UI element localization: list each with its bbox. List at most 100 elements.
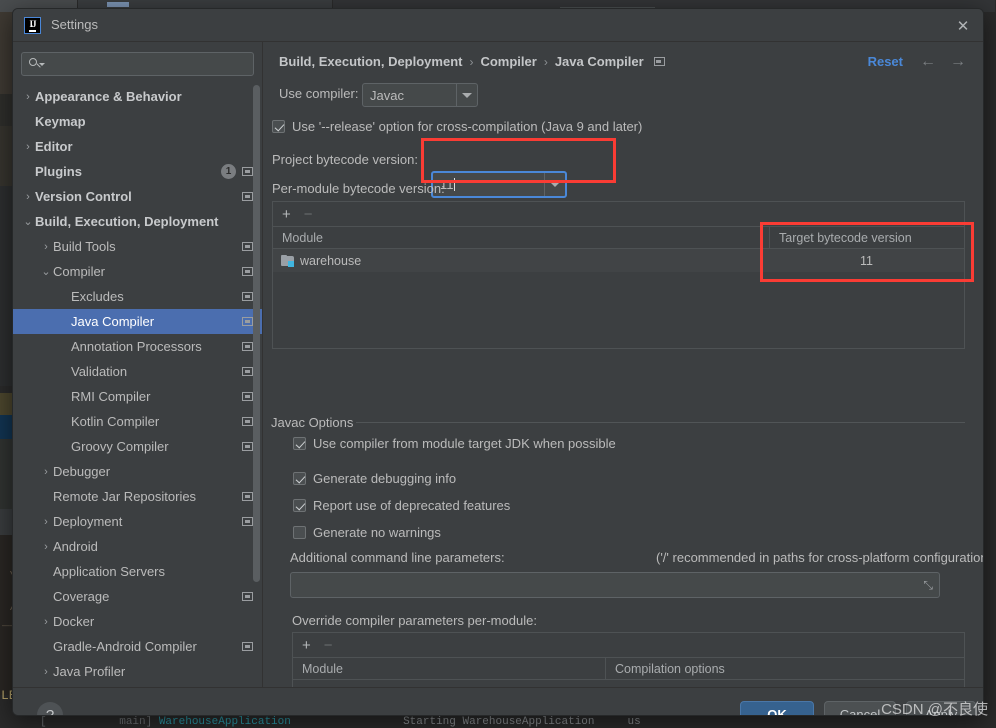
add-override-button[interactable]: + <box>302 638 311 653</box>
remove-module-button[interactable]: − <box>304 207 313 222</box>
use-module-jdk-label: Use compiler from module target JDK when… <box>313 436 616 451</box>
project-scope-icon <box>242 492 253 501</box>
cell-target-bytecode[interactable]: 11 <box>769 249 964 272</box>
chevron-right-icon[interactable]: › <box>39 541 53 553</box>
project-scope-icon <box>242 517 253 526</box>
remove-override-button[interactable]: − <box>324 638 333 653</box>
override-params-label: Override compiler parameters per-module: <box>292 613 537 628</box>
sidebar-item-excludes[interactable]: Excludes <box>13 284 263 309</box>
chevron-right-icon[interactable]: › <box>21 141 35 153</box>
release-option-label: Use '--release' option for cross-compila… <box>292 119 642 134</box>
sidebar-item-deployment[interactable]: ›Deployment <box>13 509 263 534</box>
column-header-module[interactable]: Module <box>273 227 769 248</box>
chevron-down-icon <box>456 84 477 106</box>
chevron-down-icon[interactable]: ⌄ <box>39 265 53 278</box>
project-bytecode-dropdown[interactable]: 11 <box>431 171 567 198</box>
sidebar-item-application-servers[interactable]: Application Servers <box>13 559 263 584</box>
chevron-right-icon[interactable]: › <box>39 516 53 528</box>
sidebar-item-rmi-compiler[interactable]: RMI Compiler <box>13 384 263 409</box>
sidebar-item-coverage[interactable]: Coverage <box>13 584 263 609</box>
search-input[interactable] <box>21 52 254 76</box>
use-module-jdk-checkbox[interactable]: Use compiler from module target JDK when… <box>293 436 616 451</box>
chevron-right-icon[interactable]: › <box>39 616 53 628</box>
additional-params-input[interactable]: ⤡ <box>290 572 940 598</box>
use-compiler-value: Javac <box>363 88 456 103</box>
cancel-button[interactable]: Cancel <box>824 701 896 716</box>
sidebar-item-groovy-compiler[interactable]: Groovy Compiler <box>13 434 263 459</box>
sidebar-item-plugins[interactable]: Plugins1 <box>13 159 263 184</box>
breadcrumb: Build, Execution, Deployment › Compiler … <box>279 54 665 69</box>
project-bytecode-label: Project bytecode version: <box>272 152 418 167</box>
chevron-right-icon[interactable]: › <box>39 241 53 253</box>
project-scope-icon <box>242 292 253 301</box>
breadcrumb-item-build[interactable]: Build, Execution, Deployment <box>279 54 462 69</box>
chevron-right-icon[interactable]: › <box>39 666 53 678</box>
sidebar-item-java-compiler[interactable]: Java Compiler <box>13 309 263 334</box>
close-icon[interactable]: ✕ <box>953 16 973 36</box>
sidebar-item-docker[interactable]: ›Docker <box>13 609 263 634</box>
column-header-compilation-options[interactable]: Compilation options <box>605 658 964 679</box>
sidebar-item-debugger[interactable]: ›Debugger <box>13 459 263 484</box>
javac-options-group-title: Javac Options <box>271 415 360 430</box>
checkbox-box <box>293 437 306 450</box>
apply-button[interactable]: Apply <box>906 701 976 716</box>
checkbox-box <box>293 499 306 512</box>
sidebar-item-annotation-processors[interactable]: Annotation Processors <box>13 334 263 359</box>
report-deprecated-checkbox[interactable]: Report use of deprecated features <box>293 498 510 513</box>
breadcrumb-separator-1: › <box>469 55 473 69</box>
sidebar-item-appearance-behavior[interactable]: ›Appearance & Behavior <box>13 84 263 109</box>
sidebar-item-remote-jar-repositories[interactable]: Remote Jar Repositories <box>13 484 263 509</box>
generate-no-warnings-checkbox[interactable]: Generate no warnings <box>293 525 441 540</box>
help-button[interactable]: ? <box>37 702 63 716</box>
reset-button[interactable]: Reset <box>868 54 903 69</box>
sidebar-item-android[interactable]: ›Android <box>13 534 263 559</box>
sidebar-item-gradle-android-compiler[interactable]: Gradle-Android Compiler <box>13 634 263 659</box>
sidebar-item-label: Kotlin Compiler <box>71 414 159 429</box>
chevron-down-icon <box>544 173 565 196</box>
nav-back-icon[interactable]: ← <box>920 53 936 71</box>
project-scope-icon <box>242 242 253 251</box>
text-caret <box>454 178 455 191</box>
javac-options-group-line <box>356 422 965 423</box>
sidebar-item-build-execution-deployment[interactable]: ⌄Build, Execution, Deployment <box>13 209 263 234</box>
chevron-down-icon[interactable]: ⌄ <box>21 215 35 228</box>
sidebar-item-keymap[interactable]: Keymap <box>13 109 263 134</box>
sidebar-item-kotlin-compiler[interactable]: Kotlin Compiler <box>13 409 263 434</box>
project-scope-icon <box>242 592 253 601</box>
breadcrumb-item-java-compiler[interactable]: Java Compiler <box>555 54 644 69</box>
dialog-titlebar: IJ Settings ✕ <box>13 9 983 42</box>
sidebar-item-label: Plugins <box>35 164 82 179</box>
sidebar-item-java-profiler[interactable]: ›Java Profiler <box>13 659 263 684</box>
sidebar-scrollbar[interactable] <box>253 85 260 582</box>
chevron-right-icon[interactable]: › <box>39 466 53 478</box>
table-row[interactable]: warehouse 11 <box>273 249 964 272</box>
chevron-right-icon[interactable]: › <box>21 91 35 103</box>
use-compiler-label: Use compiler: <box>279 86 358 101</box>
ok-button[interactable]: OK <box>740 701 814 716</box>
sidebar-item-label: Editor <box>35 139 73 154</box>
sidebar-item-version-control[interactable]: ›Version Control <box>13 184 263 209</box>
chevron-right-icon[interactable]: › <box>21 191 35 203</box>
search-icon <box>29 58 42 71</box>
sidebar-item-build-tools[interactable]: ›Build Tools <box>13 234 263 259</box>
settings-tree: ›Appearance & BehaviorKeymap›EditorPlugi… <box>13 84 263 687</box>
expand-icon[interactable]: ⤡ <box>923 579 933 591</box>
settings-dialog: IJ Settings ✕ ›Appearance & BehaviorKeym… <box>12 8 984 716</box>
project-scope-icon <box>242 317 253 326</box>
breadcrumb-item-compiler[interactable]: Compiler <box>480 54 536 69</box>
report-deprecated-label: Report use of deprecated features <box>313 498 510 513</box>
use-compiler-row: Use compiler: <box>279 86 358 101</box>
sidebar-item-compiler[interactable]: ⌄Compiler <box>13 259 263 284</box>
project-scope-icon <box>242 267 253 276</box>
generate-debugging-info-checkbox[interactable]: Generate debugging info <box>293 471 456 486</box>
use-compiler-dropdown[interactable]: Javac <box>362 83 478 107</box>
add-module-button[interactable]: + <box>282 207 291 222</box>
release-option-checkbox[interactable]: Use '--release' option for cross-compila… <box>272 119 642 134</box>
sidebar-item-validation[interactable]: Validation <box>13 359 263 384</box>
sidebar-item-editor[interactable]: ›Editor <box>13 134 263 159</box>
nav-forward-icon[interactable]: → <box>950 53 966 71</box>
search-field-wrapper <box>21 52 254 76</box>
column-header-override-module[interactable]: Module <box>293 658 605 679</box>
column-header-target-bytecode[interactable]: Target bytecode version <box>769 227 964 248</box>
sidebar-item-label: Annotation Processors <box>71 339 202 354</box>
